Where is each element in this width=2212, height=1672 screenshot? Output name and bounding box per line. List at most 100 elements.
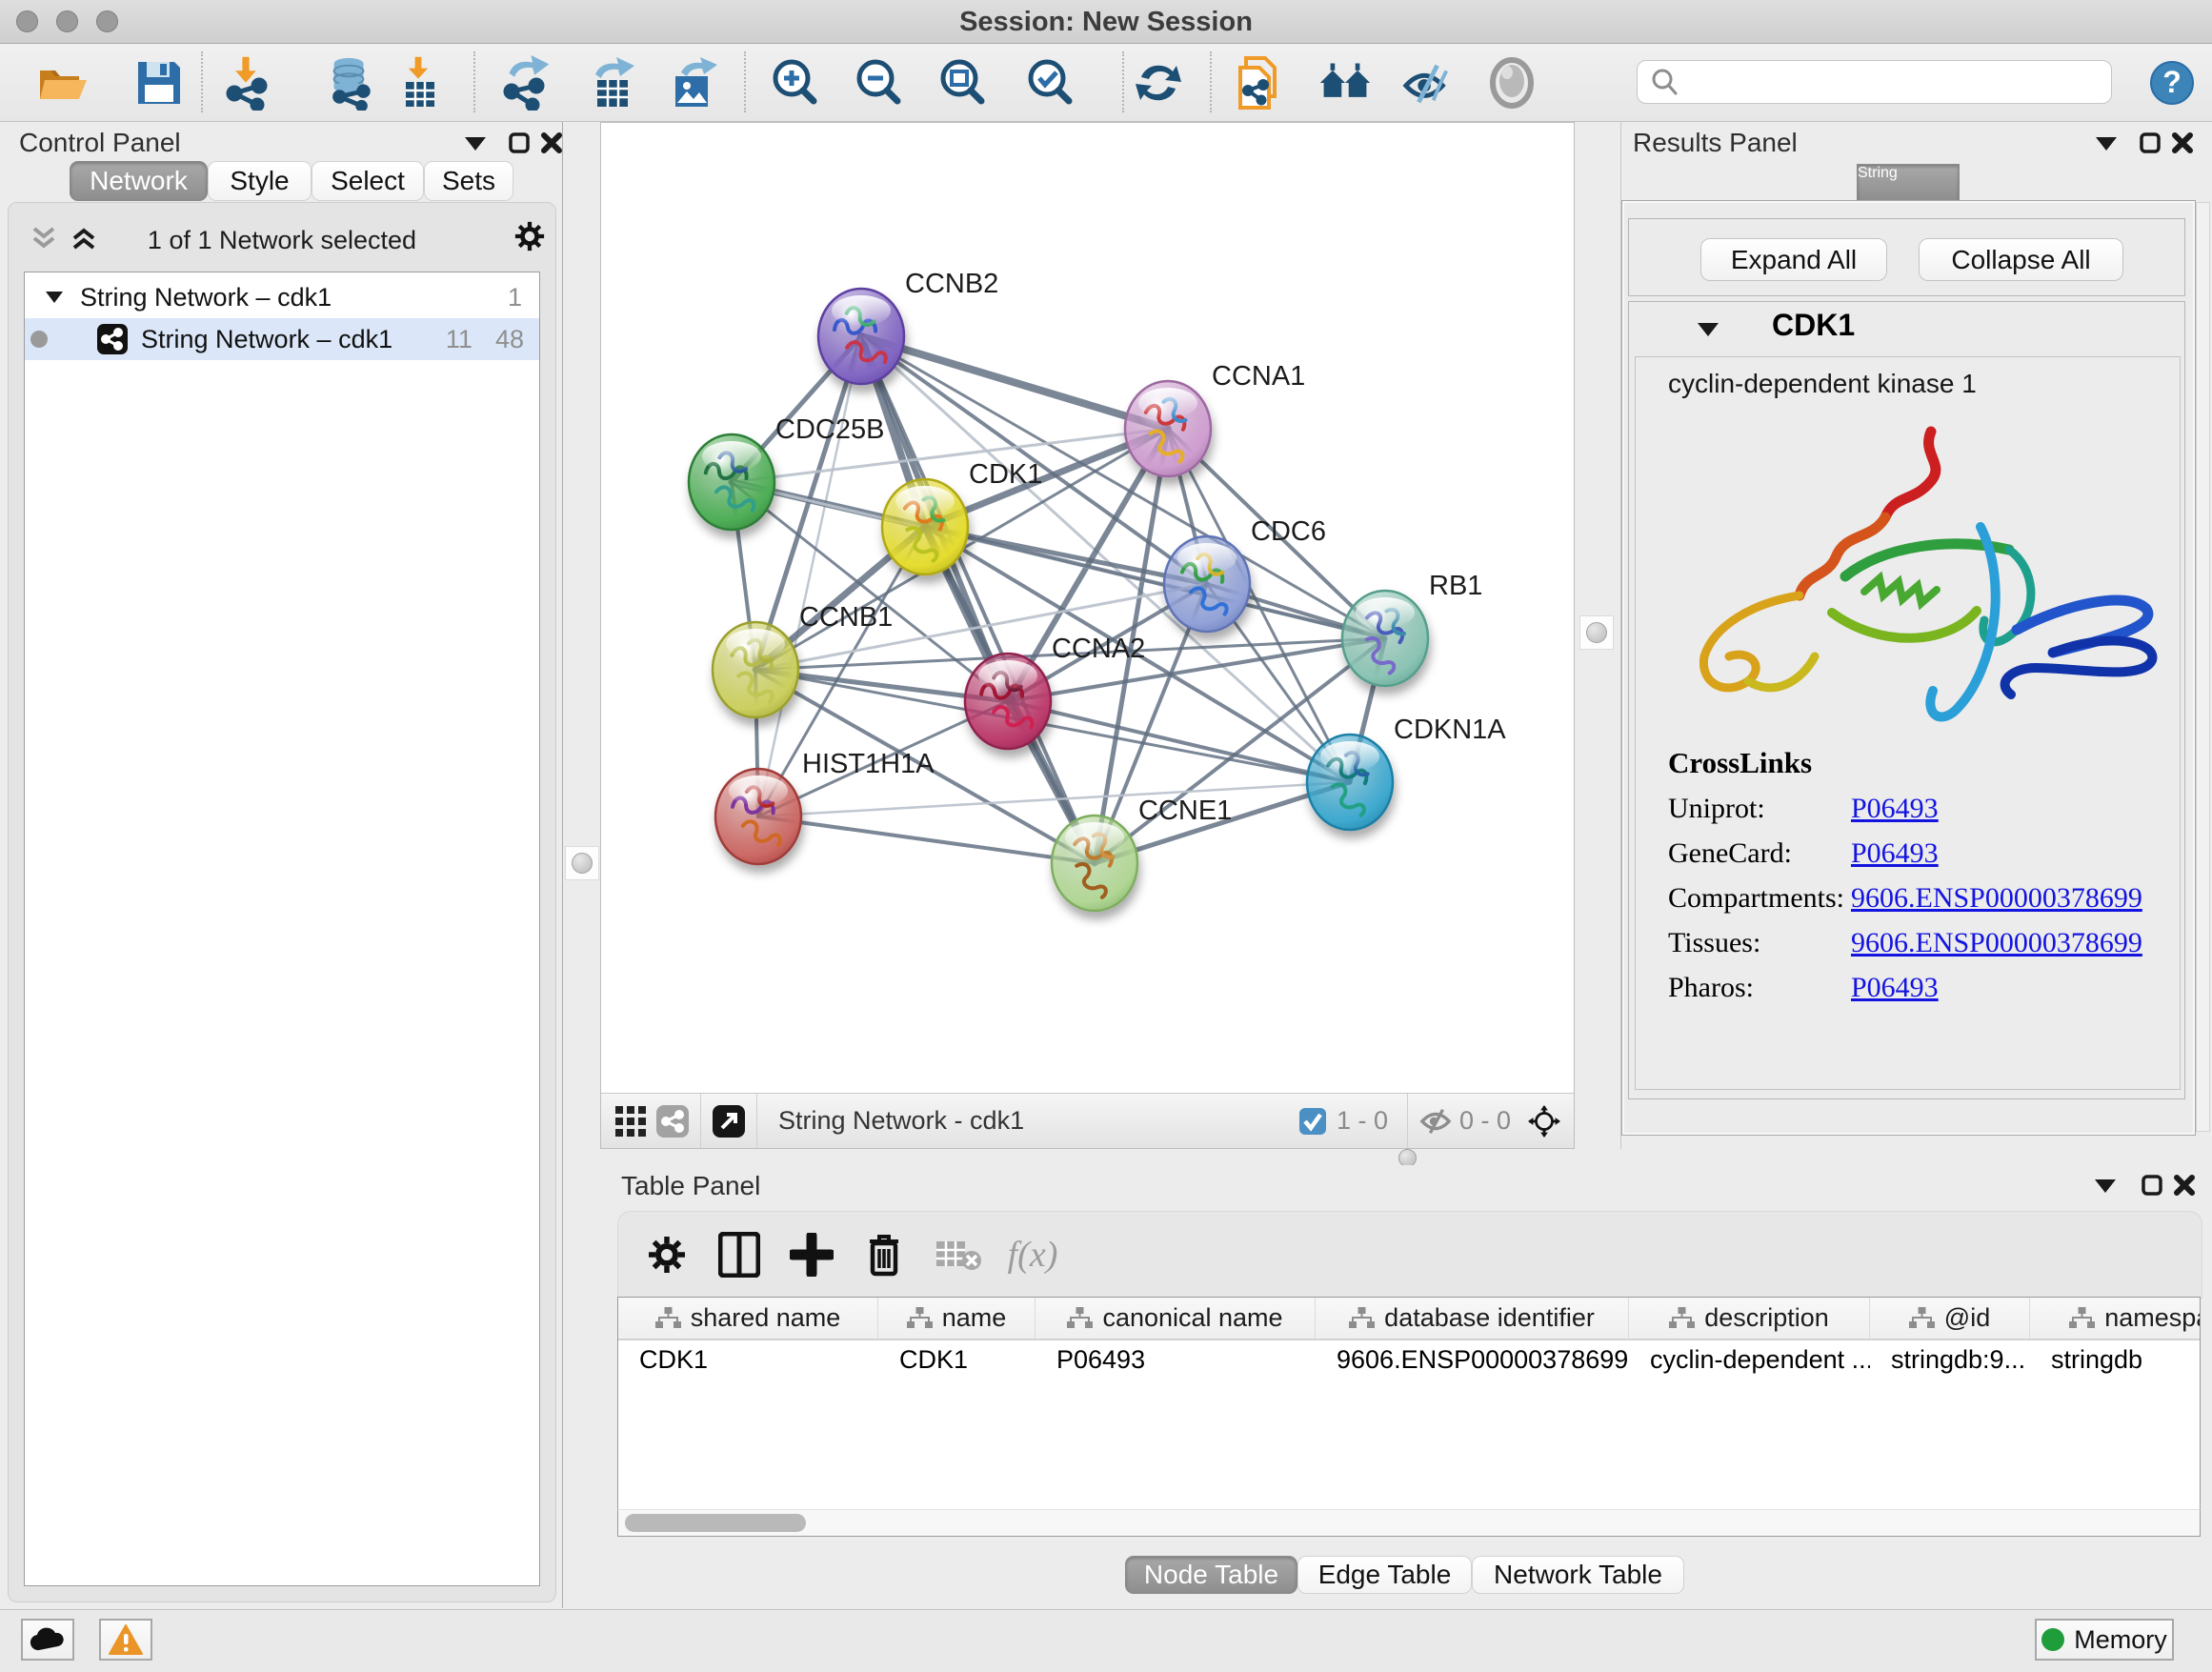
show-columns-icon[interactable] bbox=[714, 1229, 765, 1280]
open-folder-icon bbox=[36, 57, 88, 109]
table-cell[interactable]: P06493 bbox=[1036, 1345, 1316, 1375]
pan-crosshair-icon[interactable] bbox=[1528, 1105, 1560, 1138]
delete-table-icon[interactable] bbox=[933, 1229, 984, 1280]
table-row[interactable]: CDK1CDK1P064939606.ENSP00000378699cyclin… bbox=[618, 1340, 2200, 1380]
crosslink-link[interactable]: P06493 bbox=[1851, 793, 1939, 825]
import-table-file-button[interactable] bbox=[392, 56, 446, 110]
table-cell[interactable]: CDK1 bbox=[878, 1345, 1036, 1375]
control-panel-float-button[interactable] bbox=[503, 127, 535, 159]
node-attribute-table: shared namenamecanonical namedatabase id… bbox=[617, 1297, 2201, 1537]
collapse-all-button[interactable]: Collapse All bbox=[1919, 238, 2123, 281]
table-panel-collapse-button[interactable] bbox=[2089, 1170, 2122, 1202]
birds-eye-grid-icon[interactable] bbox=[614, 1105, 647, 1138]
import-network-database-button[interactable] bbox=[323, 56, 376, 110]
control-panel-collapse-button[interactable] bbox=[459, 128, 492, 160]
import-network-file-button[interactable] bbox=[221, 56, 274, 110]
zoom-out-button[interactable] bbox=[852, 56, 905, 110]
tab-style[interactable]: Style bbox=[208, 161, 312, 201]
results-scrollbar[interactable] bbox=[2196, 202, 2210, 1132]
column-header-description[interactable]: description bbox=[1629, 1298, 1870, 1339]
tab-network[interactable]: Network bbox=[70, 161, 208, 201]
export-image-button[interactable] bbox=[666, 56, 719, 110]
left-splitter-handle[interactable] bbox=[565, 846, 599, 880]
crosslink-row: Pharos: P06493 bbox=[1668, 972, 2163, 1004]
expand-all-button[interactable]: Expand All bbox=[1700, 238, 1887, 281]
houses-icon bbox=[1318, 58, 1372, 108]
table-cell[interactable]: 9606.ENSP00000378699 bbox=[1316, 1345, 1629, 1375]
cloud-icon bbox=[30, 1627, 66, 1652]
hide-selected-button[interactable] bbox=[1400, 56, 1454, 110]
zoom-selected-button[interactable] bbox=[1023, 56, 1076, 110]
zoom-fit-button[interactable] bbox=[935, 56, 989, 110]
column-header-database-identifier[interactable]: database identifier bbox=[1316, 1298, 1629, 1339]
open-in-window-icon[interactable] bbox=[713, 1105, 745, 1138]
protein-structure-image bbox=[1645, 414, 2169, 729]
memory-button[interactable]: Memory bbox=[2035, 1619, 2174, 1661]
selected-checkbox-icon[interactable] bbox=[1297, 1105, 1329, 1138]
right-splitter-handle[interactable] bbox=[1579, 615, 1614, 650]
table-panel-float-button[interactable] bbox=[2136, 1169, 2168, 1201]
column-header-canonical-name[interactable]: canonical name bbox=[1036, 1298, 1316, 1339]
tab-string[interactable]: String bbox=[1857, 164, 1960, 202]
zoom-in-button[interactable] bbox=[768, 56, 821, 110]
gene-collapse-icon[interactable] bbox=[1692, 313, 1724, 346]
column-header--id[interactable]: @id bbox=[1870, 1298, 2030, 1339]
table-hscrollbar-thumb[interactable] bbox=[625, 1514, 806, 1532]
crosslink-link[interactable]: P06493 bbox=[1851, 837, 1939, 870]
toolbar-separator bbox=[1407, 1094, 1408, 1148]
tab-select[interactable]: Select bbox=[312, 161, 424, 201]
crosslink-link[interactable]: 9606.ENSP00000378699 bbox=[1851, 882, 2142, 915]
column-header-name[interactable]: name bbox=[878, 1298, 1036, 1339]
table-cell[interactable]: stringdb:9... bbox=[1870, 1345, 2030, 1375]
hidden-eye-slash-icon[interactable] bbox=[1419, 1105, 1452, 1138]
results-panel-close-button[interactable] bbox=[2166, 127, 2199, 159]
table-panel-close-button[interactable] bbox=[2168, 1169, 2201, 1201]
ball-button[interactable] bbox=[1485, 56, 1538, 110]
network-collection-row[interactable]: String Network – cdk1 1 bbox=[25, 276, 539, 318]
tab-node-table[interactable]: Node Table bbox=[1125, 1556, 1297, 1594]
crosslink-link[interactable]: P06493 bbox=[1851, 972, 1939, 1004]
search-icon bbox=[1649, 66, 1681, 98]
table-settings-gear-icon[interactable] bbox=[641, 1229, 693, 1280]
open-session-button[interactable] bbox=[35, 56, 89, 110]
help-button[interactable]: ? bbox=[2145, 56, 2199, 110]
toolbar-separator bbox=[700, 1094, 701, 1148]
table-panel: Table Panel bbox=[600, 1165, 2212, 1608]
toolbar-separator bbox=[1210, 51, 1212, 112]
crosslinks-heading: CrossLinks bbox=[1668, 746, 2163, 780]
table-cell[interactable]: stringdb bbox=[2030, 1345, 2201, 1375]
tab-network-table[interactable]: Network Table bbox=[1472, 1556, 1684, 1594]
tree-icon bbox=[1067, 1307, 1093, 1330]
network-share-icon[interactable] bbox=[656, 1105, 689, 1138]
save-session-button[interactable] bbox=[132, 56, 186, 110]
crosslink-row: Compartments: 9606.ENSP00000378699 bbox=[1668, 882, 2163, 915]
delete-column-trash-icon[interactable] bbox=[858, 1229, 910, 1280]
toolbar-separator bbox=[744, 51, 746, 112]
export-table-button[interactable] bbox=[586, 56, 639, 110]
column-header-shared-name[interactable]: shared name bbox=[618, 1298, 878, 1339]
network-options-gear-icon[interactable] bbox=[513, 220, 546, 252]
table-cell[interactable]: cyclin-dependent ... bbox=[1629, 1345, 1870, 1375]
tab-edge-table[interactable]: Edge Table bbox=[1297, 1556, 1472, 1594]
show-all-networks-button[interactable] bbox=[1318, 56, 1372, 110]
right-splitter[interactable] bbox=[1575, 122, 1619, 1149]
svg-text:HIST1H1A: HIST1H1A bbox=[802, 749, 935, 779]
left-splitter[interactable] bbox=[563, 122, 600, 1608]
network-row-selected[interactable]: String Network – cdk1 11 48 bbox=[25, 318, 539, 360]
table-cell[interactable]: CDK1 bbox=[618, 1345, 878, 1375]
warnings-button[interactable] bbox=[99, 1619, 152, 1661]
column-header-namespace[interactable]: namespace bbox=[2030, 1298, 2201, 1339]
export-network-button[interactable] bbox=[498, 56, 552, 110]
add-column-icon[interactable] bbox=[786, 1229, 837, 1280]
tab-sets[interactable]: Sets bbox=[424, 161, 513, 201]
refresh-layout-button[interactable] bbox=[1132, 56, 1185, 110]
network-canvas[interactable]: CCNB2CCNA1CDC25BCDK1CDC6RB1CCNB1CCNA2CDK… bbox=[601, 123, 1574, 1094]
bottom-splitter[interactable] bbox=[600, 1149, 2212, 1165]
cloud-status-button[interactable] bbox=[21, 1619, 74, 1661]
clone-network-button[interactable] bbox=[1233, 56, 1286, 110]
crosslink-link[interactable]: 9606.ENSP00000378699 bbox=[1851, 927, 2142, 959]
results-panel-float-button[interactable] bbox=[2134, 127, 2166, 159]
zoom-out-icon bbox=[852, 56, 905, 110]
search-input[interactable] bbox=[1681, 68, 2111, 97]
results-panel-collapse-button[interactable] bbox=[2090, 128, 2122, 160]
